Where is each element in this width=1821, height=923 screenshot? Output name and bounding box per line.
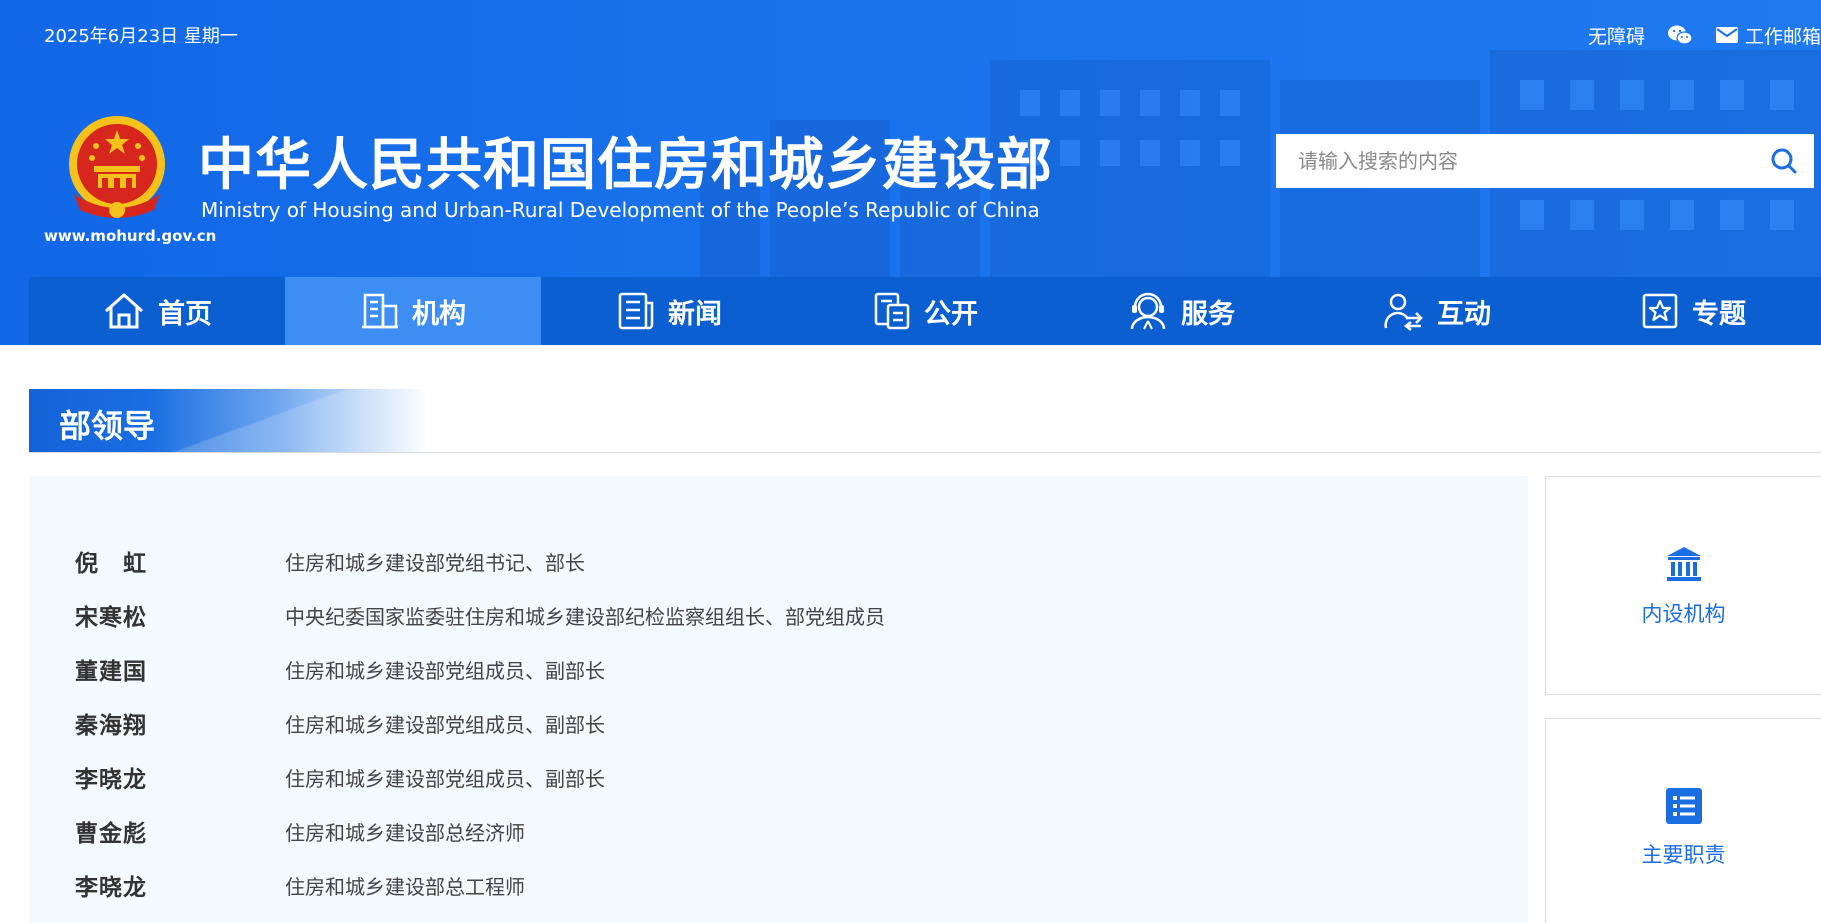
site-url: www.mohurd.gov.cn [44, 227, 217, 245]
mail-icon [1715, 27, 1738, 43]
leader-title[interactable]: 住房和城乡建设部党组成员、副部长 [285, 709, 605, 738]
leader-title[interactable]: 住房和城乡建设部党组成员、副部长 [285, 655, 605, 684]
topbar-links: 无障碍 工作邮箱 [1588, 22, 1821, 48]
interaction-icon [1384, 293, 1423, 331]
nav-label: 专题 [1692, 298, 1746, 330]
nav-item-service[interactable]: 服务 [1053, 277, 1309, 345]
current-date: 2025年6月23日 星期一 [44, 26, 238, 47]
main-duties-card[interactable]: 主要职责 [1545, 718, 1821, 923]
section-title-bar: 部领导 [29, 389, 429, 452]
nav-item-topics[interactable]: 专题 [1565, 277, 1821, 345]
leaders-panel: 倪 虹 住房和城乡建设部党组书记、部长 宋寒松 中央纪委国家监委驻住房和城乡建设… [29, 476, 1528, 923]
search-input[interactable] [1276, 134, 1754, 188]
wechat-link[interactable] [1667, 24, 1693, 46]
nav-item-interaction[interactable]: 互动 [1309, 277, 1565, 345]
leader-name: 李晓龙 [75, 875, 147, 901]
leader-row[interactable]: 李晓龙 住房和城乡建设部总工程师 [75, 870, 1475, 902]
leader-title[interactable]: 住房和城乡建设部党组书记、部长 [285, 547, 585, 576]
leader-name: 董建国 [75, 659, 147, 685]
leader-name: 宋寒松 [75, 605, 147, 631]
leader-row[interactable]: 董建国 住房和城乡建设部党组成员、副部长 [75, 654, 1475, 686]
leader-title[interactable]: 住房和城乡建设部党组成员、副部长 [285, 763, 605, 792]
main-nav: 首页 机构 新闻 公开 服务 互动 专题 [29, 277, 1821, 345]
wechat-icon [1667, 25, 1693, 45]
building-icon [362, 293, 398, 329]
nav-label: 服务 [1181, 298, 1235, 330]
nav-label: 机构 [412, 298, 466, 330]
accessibility-link[interactable]: 无障碍 [1588, 22, 1645, 49]
nav-label: 互动 [1437, 298, 1491, 330]
nav-label: 新闻 [668, 298, 722, 330]
leader-row[interactable]: 倪 虹 住房和城乡建设部党组书记、部长 [75, 546, 1475, 578]
card-label: 主要职责 [1641, 842, 1726, 867]
leader-name: 曹金彪 [75, 821, 147, 847]
search-icon [1771, 148, 1797, 174]
national-emblem-icon [69, 116, 165, 218]
home-icon [105, 293, 143, 329]
internal-institutions-card[interactable]: 内设机构 [1545, 476, 1821, 695]
leader-row[interactable]: 宋寒松 中央纪委国家监委驻住房和城乡建设部纪检监察组组长、部党组成员 [75, 600, 1475, 632]
section-divider [29, 452, 1821, 453]
institution-icon [1666, 546, 1701, 581]
card-label: 内设机构 [1641, 601, 1726, 626]
work-mail-link[interactable]: 工作邮箱 [1715, 22, 1821, 49]
site-subtitle: Ministry of Housing and Urban-Rural Deve… [201, 198, 1040, 222]
leader-name: 秦海翔 [75, 713, 147, 739]
section-title: 部领导 [59, 407, 156, 445]
site-header: 2025年6月23日 星期一 无障碍 工作邮箱 www.mohurd.gov.c… [0, 0, 1821, 345]
leader-name: 李晓龙 [75, 767, 147, 793]
work-mail-label: 工作邮箱 [1744, 25, 1821, 48]
leader-title[interactable]: 住房和城乡建设部总经济师 [285, 817, 525, 846]
nav-label: 公开 [924, 298, 978, 330]
list-icon [1665, 787, 1702, 824]
search-box [1276, 134, 1814, 188]
nav-item-public[interactable]: 公开 [797, 277, 1053, 345]
leader-title[interactable]: 住房和城乡建设部总工程师 [285, 871, 525, 900]
search-button[interactable] [1754, 134, 1814, 188]
leader-row[interactable]: 李晓龙 住房和城乡建设部党组成员、副部长 [75, 762, 1475, 794]
star-badge-icon [1642, 293, 1678, 329]
leader-row[interactable]: 曹金彪 住房和城乡建设部总经济师 [75, 816, 1475, 848]
nav-label: 首页 [158, 298, 212, 330]
nav-item-news[interactable]: 新闻 [541, 277, 797, 345]
newspaper-icon [618, 292, 654, 330]
leader-name: 倪 虹 [75, 551, 147, 577]
leader-row[interactable]: 秦海翔 住房和城乡建设部党组成员、副部长 [75, 708, 1475, 740]
document-icon [874, 292, 910, 330]
accessibility-label: 无障碍 [1587, 25, 1645, 48]
nav-item-home[interactable]: 首页 [29, 277, 285, 345]
leader-title[interactable]: 中央纪委国家监委驻住房和城乡建设部纪检监察组组长、部党组成员 [285, 601, 885, 630]
site-title: 中华人民共和国住房和城乡建设部 [198, 133, 1053, 198]
nav-item-institutions[interactable]: 机构 [285, 277, 541, 345]
service-agent-icon [1130, 292, 1166, 330]
